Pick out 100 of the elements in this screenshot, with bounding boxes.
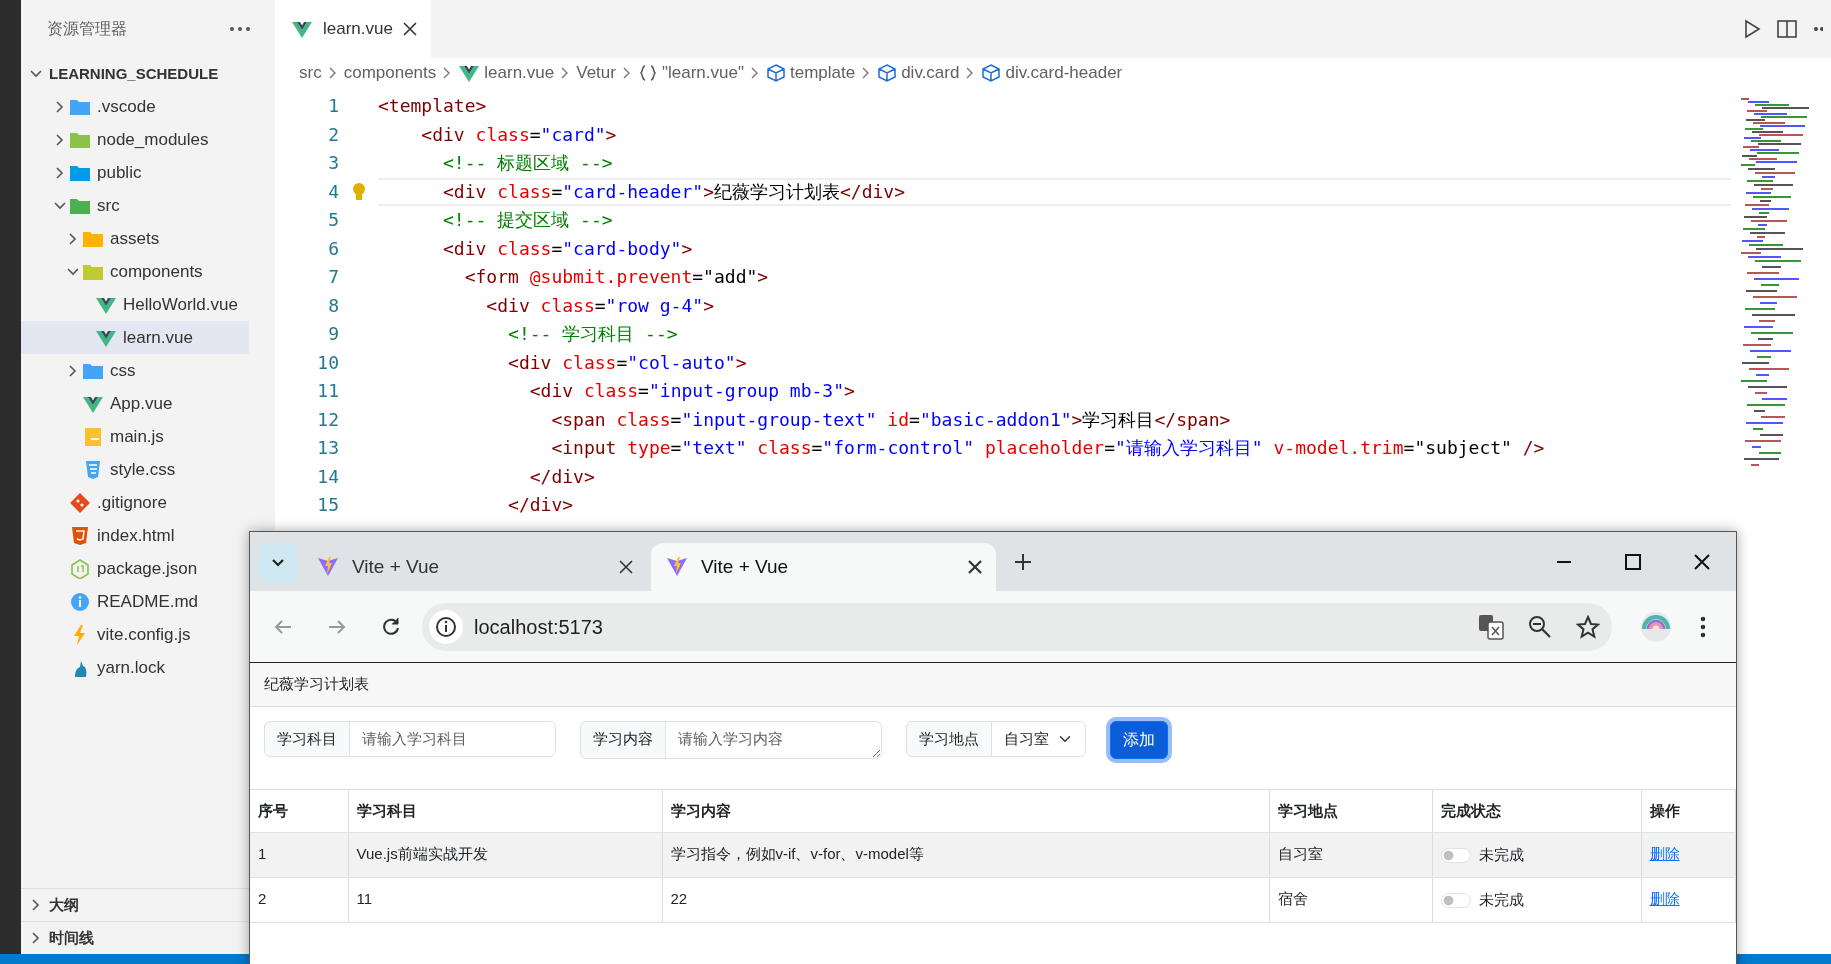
line-number: 7 [327,265,339,289]
file-tree-item[interactable]: yarn.lock [21,651,249,684]
breadcrumb-item[interactable]: src [299,60,322,86]
more-icon[interactable] [229,26,251,32]
more-icon[interactable] [1813,26,1823,32]
plus-icon [1014,552,1032,571]
browser-tab[interactable]: Vite + Vue [302,543,647,591]
field-label: 学习内容 [580,720,666,759]
file-tree-item[interactable]: index.html [21,519,249,552]
text-field[interactable]: 请输入学习科目 [349,720,556,757]
file-tree-item[interactable]: css [21,354,249,387]
browser-tab[interactable]: Vite + Vue [651,543,996,591]
table-cell: 2 [250,877,348,923]
hexagon-icon [69,558,91,579]
toggle-switch[interactable] [1440,892,1471,908]
file-tree-item[interactable]: .gitignore [21,486,249,519]
code-line: <!-- 提交区域 --> [442,208,614,232]
cube-icon [877,64,898,82]
table-cell: Vue.js前端实战开发 [348,832,662,878]
maximize-icon [1623,552,1642,571]
file-tree-item[interactable]: learn.vue [21,321,249,354]
chevron-right-icon [749,66,760,80]
file-tree-item[interactable]: main.js [21,420,249,453]
cube-icon [981,64,1002,82]
breadcrumb-item[interactable]: learn.vue [458,60,555,86]
column-header: 序号 [250,789,348,833]
line-number: 11 [316,379,339,403]
line-number: 2 [327,122,339,147]
split-editor-icon[interactable] [1777,19,1797,39]
file-tree-item[interactable]: components [21,255,249,288]
code-line: <div class="row g-4"> [485,293,715,318]
file-tree-item[interactable]: node_modules [21,123,249,156]
column-header: 学习地点 [1269,789,1432,833]
vue-icon [291,19,313,39]
breadcrumb-item[interactable]: div.card [877,60,960,86]
table-cell: 11 [348,877,662,923]
line-number: 9 [327,322,339,346]
close-icon [1692,552,1711,571]
code-line: <div class="card"> [420,122,618,147]
file-tree-item[interactable]: package.json [21,552,249,585]
file-tree-item[interactable]: src [21,189,249,222]
breadcrumb-item[interactable]: "learn.vue" [637,60,744,86]
file-tree-item[interactable]: App.vue [21,387,249,420]
text-area[interactable]: 请输入学习内容 [665,720,882,759]
select-dropdown[interactable]: 自习室 [991,720,1086,757]
chevron-down-icon [271,558,285,568]
file-tree-item[interactable]: vite.config.js [21,618,249,651]
code-line: <form @submit.prevent="add"> [463,265,770,289]
line-number: 14 [316,464,339,489]
column-header: 学习科目 [348,789,662,833]
line-number: 15 [316,493,339,517]
file-tree-item[interactable]: .vscode [21,90,249,123]
profile-avatar[interactable] [1640,610,1672,643]
close-icon[interactable] [402,22,417,36]
close-icon[interactable] [619,560,633,574]
delete-link[interactable]: 删除 [1649,890,1680,907]
line-number: 10 [316,350,339,375]
line-number: 13 [316,436,339,460]
vue-icon [458,63,481,83]
table-cell: 宿舍 [1269,877,1432,923]
table-cell: 1 [250,832,348,878]
breadcrumb-item[interactable]: components [343,60,437,86]
code-line: <span class="input-group-text" id="basic-addon1">学习科目</span> [550,407,1232,432]
line-number: 4 [327,179,339,204]
close-icon[interactable] [968,560,982,574]
address-bar[interactable]: localhost:5173 [422,602,1612,651]
delete-link[interactable]: 删除 [1649,845,1680,862]
code-line: <div class="input-group mb-3"> [528,379,856,403]
line-number: 1 [327,94,339,118]
status-label: 未完成 [1478,844,1524,865]
project-folder-title[interactable]: LEARNING_SCHEDULE [49,62,219,86]
file-tree-item[interactable]: HelloWorld.vue [21,288,249,321]
chevron-right-icon [621,66,632,80]
column-header: 学习内容 [662,789,1269,833]
code-line: <input type="text" class="form-control" placeholder="请输入学习科目" v-model.trim="subject" /> [550,436,1546,460]
column-header: 操作 [1641,789,1736,833]
breadcrumb-item[interactable]: Vetur [576,60,616,86]
breadcrumb-item[interactable]: template [765,60,856,86]
table-cell: 学习指令，例如v-if、v-for、v-model等 [662,832,1269,878]
card-header: 纪薇学习计划表 [250,663,1736,707]
info-icon [69,591,91,612]
file-tree-item[interactable]: README.md [21,585,249,618]
file-tree-item[interactable]: public [21,156,249,189]
editor-tab[interactable]: learn.vue [275,0,431,58]
file-tree-item[interactable]: style.css [21,453,249,486]
zoom-out-icon[interactable] [1528,614,1552,639]
field-label: 学习科目 [264,720,350,757]
breadcrumb-item[interactable]: div.card-header [981,60,1123,86]
translate-icon[interactable] [1478,613,1504,640]
vite-logo-icon [316,556,340,578]
field-label: 学习地点 [906,720,992,757]
js-file-icon [82,426,104,447]
site-info-icon[interactable] [428,608,464,645]
column-header: 完成状态 [1432,789,1641,833]
html-file-icon [69,525,91,546]
run-icon[interactable] [1743,19,1761,39]
code-line: </div> [528,464,596,489]
toggle-switch[interactable] [1440,847,1471,863]
star-icon[interactable] [1576,614,1600,639]
file-tree-item[interactable]: assets [21,222,249,255]
